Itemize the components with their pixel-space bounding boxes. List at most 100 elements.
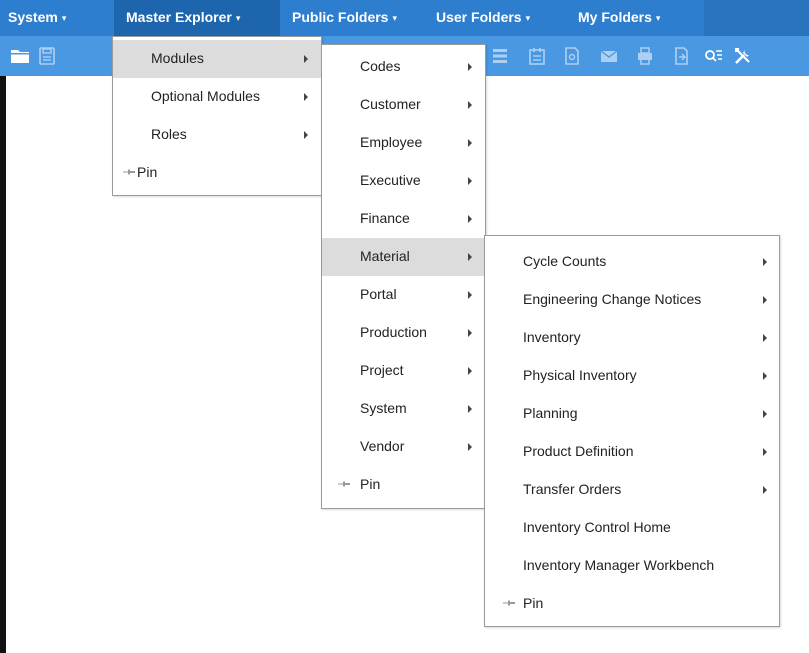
menu-item-label: Engineering Change Notices	[523, 291, 702, 307]
menu-item-inventory-manager-workbench[interactable]: Inventory Manager Workbench	[485, 547, 779, 585]
printer-icon[interactable]	[635, 46, 655, 66]
menu-my-folders-label: My Folders	[578, 9, 652, 25]
menu-item-cycle-counts[interactable]: Cycle Counts	[485, 243, 779, 281]
submenu-arrow-icon	[304, 93, 308, 101]
chevron-down-icon: ▾	[655, 13, 661, 23]
submenu-arrow-icon	[763, 448, 767, 456]
submenu-arrow-icon	[763, 372, 767, 380]
main-menubar: System ▾ Master Explorer ▾ Public Folders ▾…	[0, 0, 809, 36]
menu-item-customer[interactable]: Customer	[322, 86, 485, 124]
menu-public-folders-label: Public Folders	[292, 9, 389, 25]
menu-item-label: Product Definition	[523, 443, 634, 459]
master-explorer-menu: Modules Optional Modules Roles Pin	[112, 36, 322, 196]
menu-item-roles[interactable]: Roles	[113, 116, 321, 154]
menu-item-project[interactable]: Project	[322, 352, 485, 390]
menu-item-executive[interactable]: Executive	[322, 162, 485, 200]
menu-item-pin[interactable]: Pin	[485, 585, 779, 623]
menu-user-folders[interactable]: User Folders ▾	[422, 0, 564, 36]
submenu-arrow-icon	[468, 367, 472, 375]
submenu-arrow-icon	[468, 101, 472, 109]
menu-item-optional-modules[interactable]: Optional Modules	[113, 78, 321, 116]
menu-item-label: Customer	[360, 96, 421, 112]
pin-icon	[503, 599, 515, 607]
submenu-arrow-icon	[468, 63, 472, 71]
menu-item-employee[interactable]: Employee	[322, 124, 485, 162]
submenu-arrow-icon	[763, 296, 767, 304]
menu-master-explorer-label: Master Explorer	[126, 9, 232, 25]
mail-icon[interactable]	[599, 46, 619, 66]
menu-item-label: Transfer Orders	[523, 481, 622, 497]
menu-user-folders-label: User Folders	[436, 9, 522, 25]
submenu-arrow-icon	[763, 334, 767, 342]
menu-master-explorer[interactable]: Master Explorer ▾	[114, 0, 280, 36]
menu-item-modules[interactable]: Modules	[113, 40, 321, 78]
submenu-arrow-icon	[468, 291, 472, 299]
submenu-arrow-icon	[468, 177, 472, 185]
calendar-icon[interactable]	[527, 46, 547, 66]
export-icon[interactable]	[671, 46, 691, 66]
menu-item-vendor[interactable]: Vendor	[322, 428, 485, 466]
menu-item-label: Planning	[523, 405, 578, 421]
submenu-arrow-icon	[468, 405, 472, 413]
menu-item-label: Optional Modules	[151, 88, 260, 104]
menu-item-label: Inventory Manager Workbench	[523, 557, 715, 573]
menu-item-inventory-control-home[interactable]: Inventory Control Home	[485, 509, 779, 547]
menubar-filler	[704, 0, 809, 36]
chevron-down-icon: ▾	[61, 13, 67, 23]
submenu-arrow-icon	[304, 55, 308, 63]
chevron-down-icon: ▾	[392, 13, 397, 23]
search-list-icon[interactable]	[703, 46, 723, 66]
folder-icon[interactable]	[10, 46, 30, 66]
menu-item-label: Roles	[151, 126, 187, 142]
menu-item-label: Physical Inventory	[523, 367, 637, 383]
modules-submenu: Codes Customer Employee Executive Financ…	[321, 44, 486, 509]
chevron-down-icon: ▾	[525, 13, 531, 23]
menu-item-pin[interactable]: Pin	[113, 154, 321, 192]
menu-item-transfer-orders[interactable]: Transfer Orders	[485, 471, 779, 509]
pin-icon	[338, 480, 350, 488]
menu-item-label: Pin	[523, 595, 544, 611]
menu-item-label: Executive	[360, 172, 421, 188]
menu-item-label: Inventory	[523, 329, 581, 345]
menu-item-label: Inventory Control Home	[523, 519, 671, 535]
list-icon[interactable]	[490, 46, 510, 66]
menu-item-label: Material	[360, 248, 410, 264]
menu-public-folders[interactable]: Public Folders ▾	[280, 0, 422, 36]
menu-item-label: Employee	[360, 134, 423, 150]
window-left-border	[0, 0, 6, 653]
submenu-arrow-icon	[468, 215, 472, 223]
tools-icon[interactable]	[733, 46, 753, 66]
menu-item-label: Cycle Counts	[523, 253, 607, 269]
menu-item-production[interactable]: Production	[322, 314, 485, 352]
submenu-arrow-icon	[468, 443, 472, 451]
menu-my-folders[interactable]: My Folders ▾	[564, 0, 704, 36]
submenu-arrow-icon	[468, 139, 472, 147]
menu-item-engineering-change-notices[interactable]: Engineering Change Notices	[485, 281, 779, 319]
menu-item-material[interactable]: Material	[322, 238, 485, 276]
menu-item-label: Project	[360, 362, 404, 378]
menu-item-planning[interactable]: Planning	[485, 395, 779, 433]
menu-system[interactable]: System ▾	[0, 0, 114, 36]
menu-item-label: Production	[360, 324, 427, 340]
chevron-down-icon: ▾	[235, 13, 241, 23]
menu-item-label: Portal	[360, 286, 397, 302]
menu-system-label: System	[8, 9, 58, 25]
menu-item-label: Modules	[151, 50, 204, 66]
menu-item-codes[interactable]: Codes	[322, 48, 485, 86]
menu-item-finance[interactable]: Finance	[322, 200, 485, 238]
menu-item-system[interactable]: System	[322, 390, 485, 428]
document-search-icon[interactable]	[562, 46, 582, 66]
menu-item-portal[interactable]: Portal	[322, 276, 485, 314]
menu-item-label: Vendor	[360, 438, 405, 454]
menu-item-label: System	[360, 400, 407, 416]
submenu-arrow-icon	[468, 329, 472, 337]
submenu-arrow-icon	[763, 258, 767, 266]
menu-item-physical-inventory[interactable]: Physical Inventory	[485, 357, 779, 395]
save-icon[interactable]	[37, 46, 57, 66]
material-submenu: Cycle Counts Engineering Change Notices …	[484, 235, 780, 627]
menu-item-product-definition[interactable]: Product Definition	[485, 433, 779, 471]
menu-item-pin[interactable]: Pin	[322, 466, 485, 504]
menu-item-inventory[interactable]: Inventory	[485, 319, 779, 357]
submenu-arrow-icon	[304, 131, 308, 139]
menu-item-label: Finance	[360, 210, 410, 226]
